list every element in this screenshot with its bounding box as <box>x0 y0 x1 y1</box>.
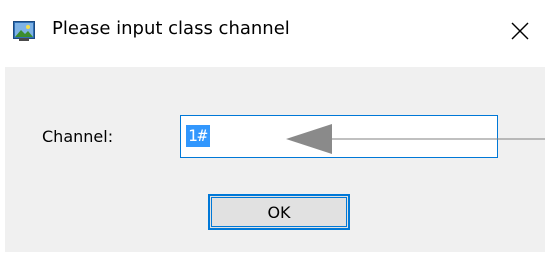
app-icon <box>13 21 35 41</box>
channel-input[interactable]: 1# <box>180 115 498 158</box>
ok-button[interactable]: OK <box>208 194 350 230</box>
dialog-body: Channel: 1# OK <box>5 67 545 252</box>
title-bar[interactable]: Please input class channel <box>0 0 545 66</box>
ok-button-label: OK <box>267 203 291 222</box>
window-title: Please input class channel <box>52 18 290 39</box>
close-icon <box>511 22 529 40</box>
dialog-window: Please input class channel Channel: 1# O… <box>0 0 545 257</box>
channel-input-value[interactable]: 1# <box>186 125 211 147</box>
channel-label: Channel: <box>42 127 114 146</box>
close-button[interactable] <box>500 12 540 50</box>
